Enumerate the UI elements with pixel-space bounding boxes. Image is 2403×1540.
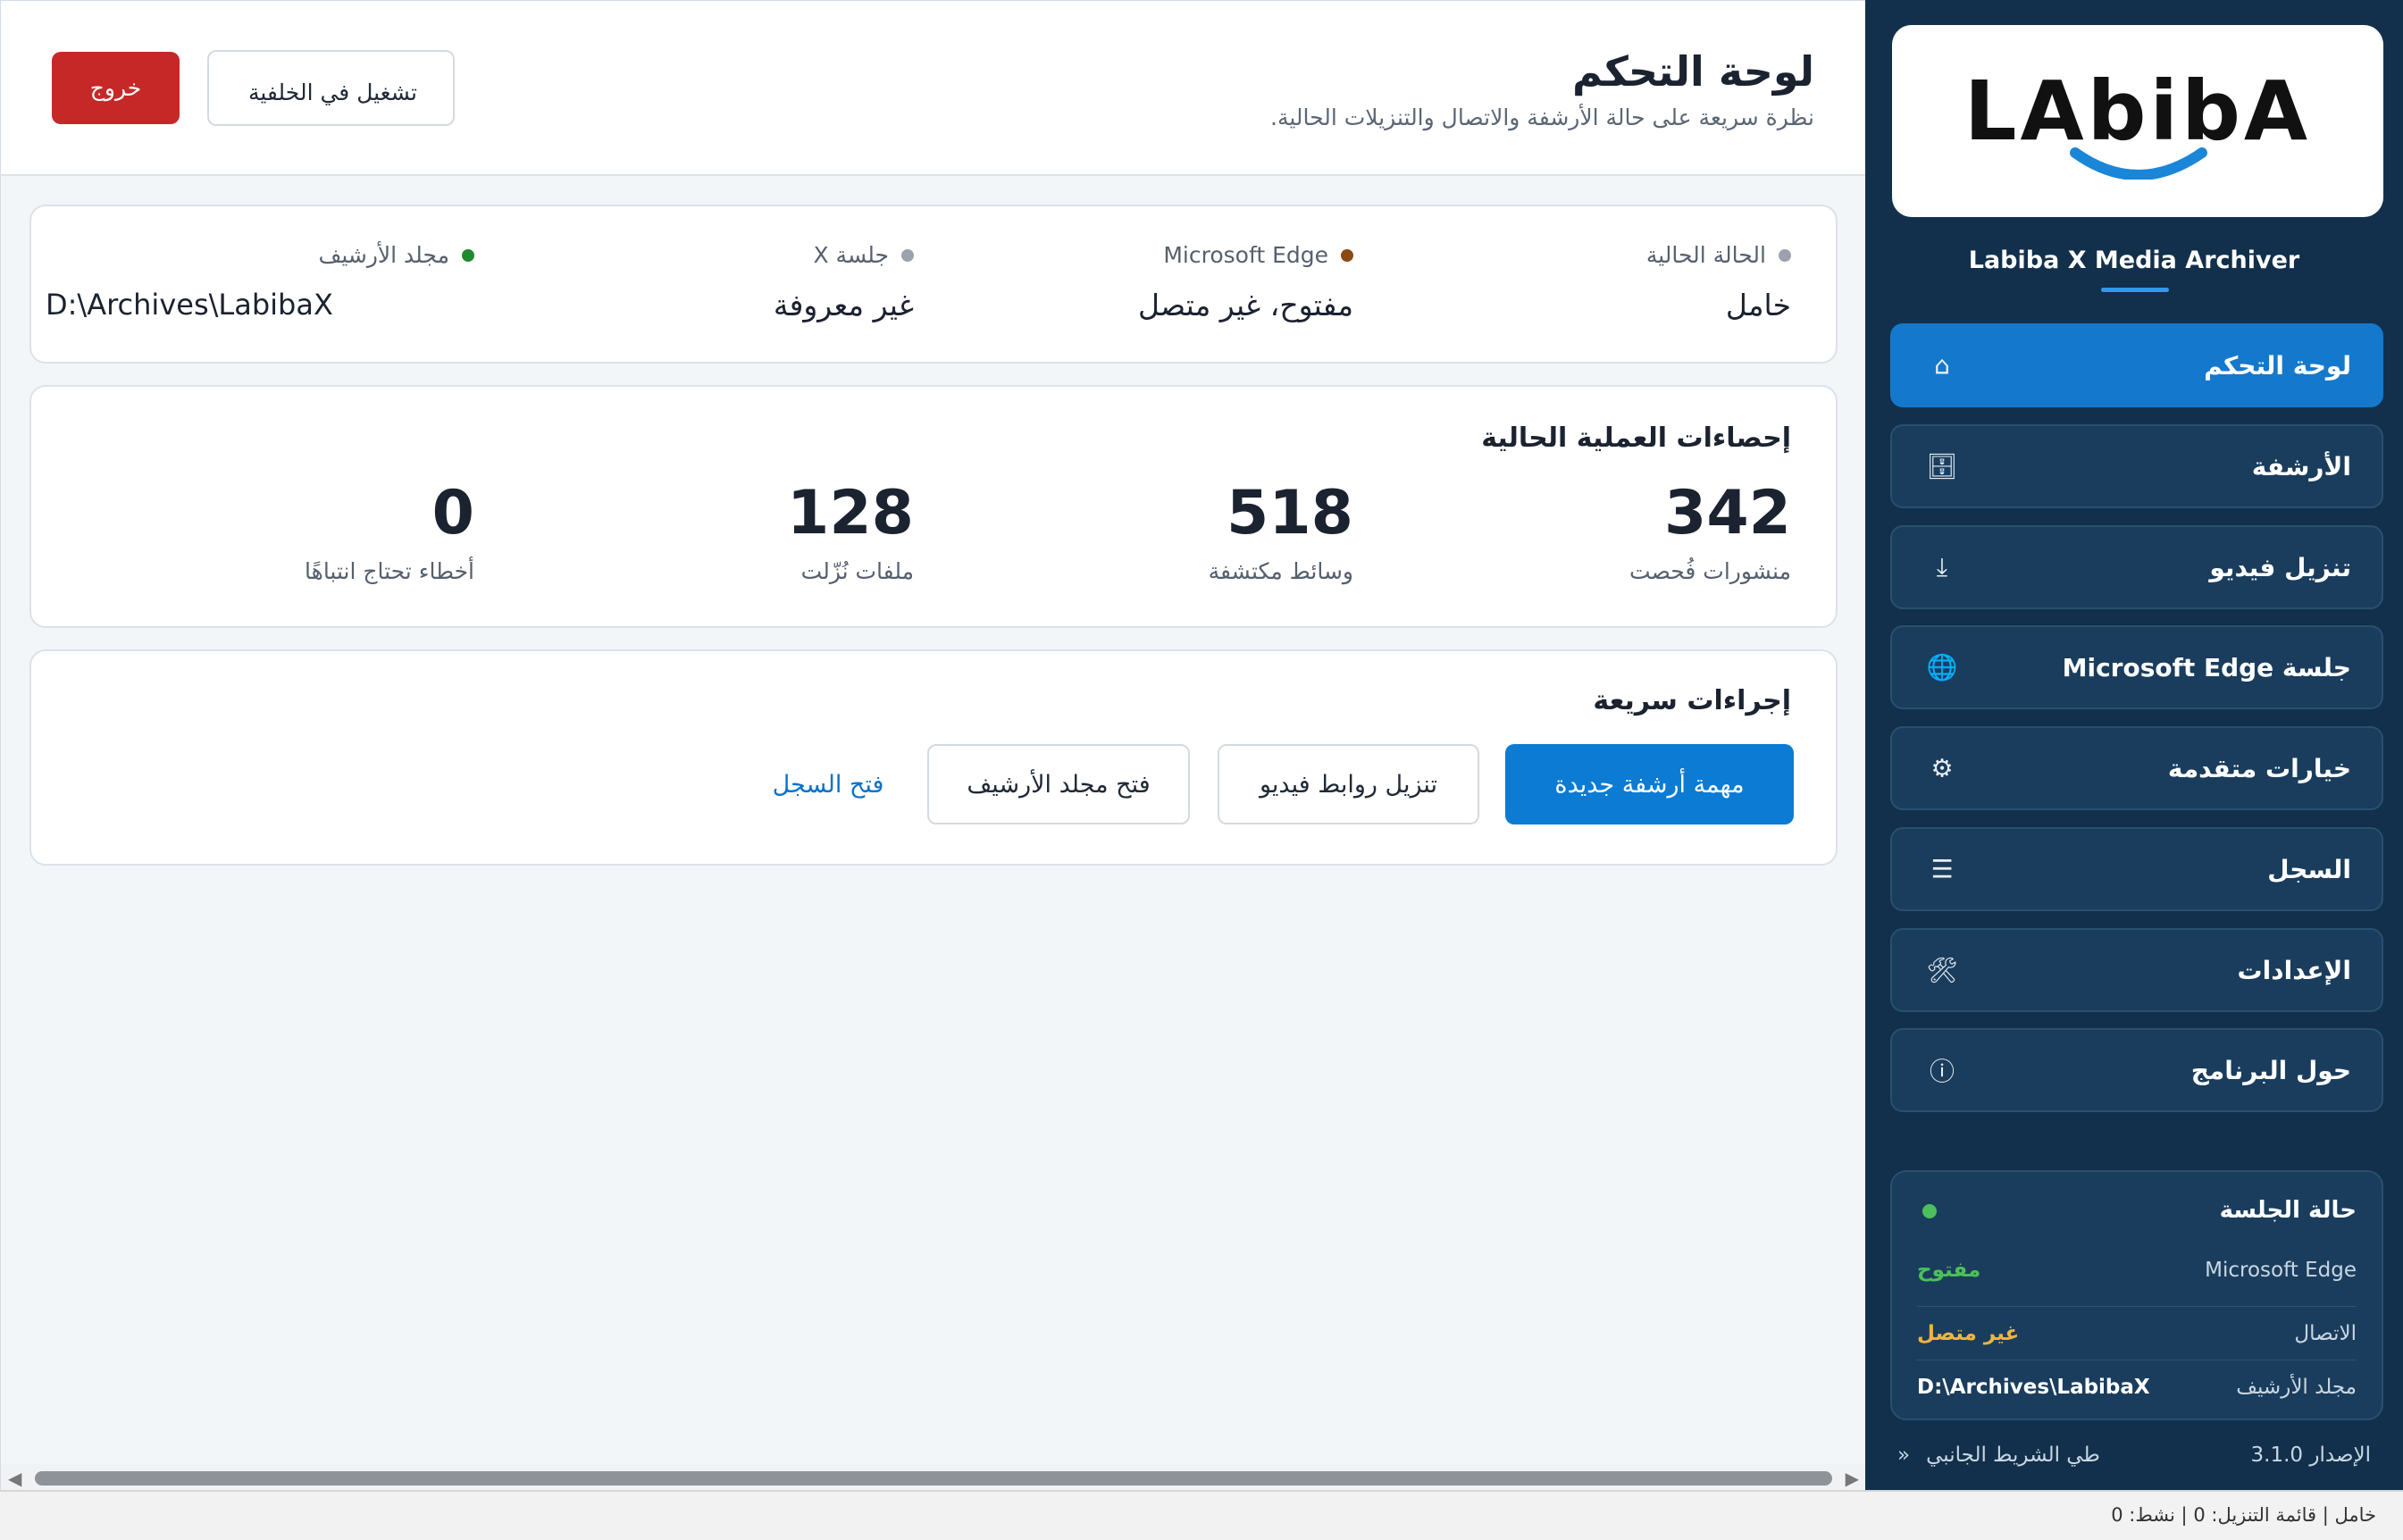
stat-value: 0 xyxy=(431,478,474,548)
page-title: لوحة التحكم xyxy=(1572,47,1814,96)
main-content: لوحة التحكم نظرة سريعة على حالة الأرشفة … xyxy=(0,0,1866,1491)
sidebar-item-settings[interactable]: الإعدادات 🛠 xyxy=(1890,928,2383,1012)
status-value: غير معروفة xyxy=(773,288,914,322)
session-row-edge: Microsoft Edge مفتوح xyxy=(1917,1243,2357,1297)
status-value: مفتوح، غير متصل xyxy=(1138,288,1353,322)
sidebar-item-edge-session[interactable]: جلسة Microsoft Edge 🌐 xyxy=(1890,625,2383,709)
tools-icon: 🛠 xyxy=(1926,955,1958,985)
session-row-value: D:\Archives\LabibaX xyxy=(1917,1375,2150,1399)
status-dot xyxy=(1341,248,1353,262)
sidebar-item-label: السجل xyxy=(2267,854,2351,884)
status-value: D:\Archives\LabibaX xyxy=(46,288,333,322)
collapse-sidebar-button[interactable]: طي الشريط الجانبي « xyxy=(1897,1444,2100,1467)
sidebar-item-label: حول البرنامج xyxy=(2190,1055,2351,1085)
status-edge: Microsoft Edge مفتوح، غير متصل xyxy=(916,242,1353,322)
open-log-link[interactable]: فتح السجل xyxy=(757,744,900,824)
run-in-background-button[interactable]: تشغيل في الخلفية xyxy=(207,50,455,126)
status-dot xyxy=(901,248,914,262)
horizontal-scrollbar[interactable]: ◀ ▶ xyxy=(1,1464,1866,1491)
sidebar-item-about[interactable]: حول البرنامج ⓘ xyxy=(1890,1028,2383,1112)
session-row-label: الاتصال xyxy=(2294,1321,2357,1345)
stat-posts-scanned: 342 منشورات فُحصت xyxy=(1416,476,1791,584)
session-row-value: غير متصل xyxy=(1917,1321,2020,1345)
scroll-right-icon[interactable]: ▶ xyxy=(1846,1468,1859,1489)
status-label: الحالة الحالية xyxy=(1645,242,1766,268)
info-icon: ⓘ xyxy=(1929,1057,1955,1086)
session-row-label: Microsoft Edge xyxy=(2205,1259,2357,1282)
home-icon: ⌂ xyxy=(1934,350,1950,381)
logo-text: LAbibA xyxy=(1968,63,2307,159)
status-archive-folder: مجلد الأرشيف D:\Archives\LabibaX xyxy=(46,242,474,322)
scroll-left-icon[interactable]: ◀ xyxy=(8,1468,21,1489)
sidebar-item-archiving[interactable]: الأرشفة 🗄 xyxy=(1890,424,2383,508)
stats-card: إحصاءات العملية الحالية 342 منشورات فُحص… xyxy=(29,385,1838,628)
stat-value: 342 xyxy=(1664,478,1791,548)
status-bar-text: خامل | قائمة التنزيل: 0 | نشط: 0 xyxy=(2111,1504,2376,1526)
version-label: الإصدار 3.1.0 xyxy=(2250,1444,2371,1467)
session-row-connection: الاتصال غير متصل xyxy=(1917,1306,2357,1360)
sidebar-item-label: الإعدادات xyxy=(2237,955,2351,985)
status-label: Microsoft Edge xyxy=(1163,242,1328,268)
gear-icon: ⚙ xyxy=(1930,753,1954,783)
download-video-links-button[interactable]: تنزيل روابط فيديو xyxy=(1218,744,1479,824)
stat-label: أخطاء تحتاج انتباهًا xyxy=(305,558,474,584)
session-row-archive-folder: مجلد الأرشيف D:\Archives\LabibaX xyxy=(1917,1360,2357,1413)
stat-media-found: 518 وسائط مكتشفة xyxy=(978,476,1353,584)
stat-label: ملفات نُزّلت xyxy=(800,558,914,584)
quick-actions-card: إجراءات سريعة مهمة أرشفة جديدة تنزيل روا… xyxy=(29,649,1838,866)
archive-icon: 🗄 xyxy=(1926,451,1958,481)
exit-button[interactable]: خروج xyxy=(52,52,180,124)
stat-label: منشورات فُحصت xyxy=(1629,558,1791,584)
app-name-underline xyxy=(2101,288,2169,292)
page-subtitle: نظرة سريعة على حالة الأرشفة والاتصال وال… xyxy=(1270,105,1814,130)
status-current: الحالة الحالية خامل xyxy=(1353,242,1791,322)
stat-value: 518 xyxy=(1227,478,1353,548)
sidebar-item-label: الأرشفة xyxy=(2251,451,2351,481)
collapse-label: طي الشريط الجانبي xyxy=(1926,1444,2100,1467)
sidebar-item-label: لوحة التحكم xyxy=(2204,350,2351,381)
status-x-session: جلسة X غير معروفة xyxy=(476,242,914,322)
list-icon: ☰ xyxy=(1930,854,1954,884)
session-status-title: حالة الجلسة xyxy=(2219,1197,2357,1224)
sidebar-item-label: جلسة Microsoft Edge xyxy=(2062,652,2351,682)
double-chevron-icon: « xyxy=(1897,1444,1911,1467)
sidebar-item-advanced-options[interactable]: خيارات متقدمة ⚙ xyxy=(1890,726,2383,810)
status-value: خامل xyxy=(1725,288,1791,322)
sidebar-item-label: تنزيل فيديو xyxy=(2209,552,2351,582)
sidebar-item-video-download[interactable]: تنزيل فيديو ⤓ xyxy=(1890,525,2383,609)
open-archive-folder-button[interactable]: فتح مجلد الأرشيف xyxy=(927,744,1190,824)
session-status-card: حالة الجلسة Microsoft Edge مفتوح الاتصال… xyxy=(1890,1170,2383,1420)
app-logo: LAbibA xyxy=(1892,25,2383,217)
labiba-logo-icon: LAbibA xyxy=(1968,63,2307,180)
download-icon: ⤓ xyxy=(1936,552,1948,582)
stat-value: 128 xyxy=(787,478,914,548)
sidebar: LAbibA Labiba X Media Archiver لوحة التح… xyxy=(1865,0,2403,1490)
session-status-dot xyxy=(1922,1204,1937,1218)
stats-title: إحصاءات العملية الحالية xyxy=(1481,423,1791,454)
sidebar-item-log[interactable]: السجل ☰ xyxy=(1890,827,2383,911)
session-row-label: مجلد الأرشيف xyxy=(2236,1375,2357,1399)
status-dot xyxy=(1779,248,1791,262)
stat-errors: 0 أخطاء تحتاج انتباهًا xyxy=(99,476,474,584)
new-archive-task-button[interactable]: مهمة أرشفة جديدة xyxy=(1505,744,1794,824)
session-row-value: مفتوح xyxy=(1917,1259,1981,1282)
app-name: Labiba X Media Archiver xyxy=(1968,247,2300,274)
status-label: جلسة X xyxy=(813,242,889,268)
sidebar-item-label: خيارات متقدمة xyxy=(2167,753,2351,783)
scrollbar-thumb[interactable] xyxy=(35,1471,1832,1486)
sidebar-item-dashboard[interactable]: لوحة التحكم ⌂ xyxy=(1890,323,2383,407)
status-card: الحالة الحالية خامل Microsoft Edge مفتوح… xyxy=(29,205,1838,364)
status-label: مجلد الأرشيف xyxy=(318,242,449,268)
globe-icon: 🌐 xyxy=(1926,652,1958,682)
status-dot xyxy=(462,248,474,262)
stat-files-downloaded: 128 ملفات نُزّلت xyxy=(539,476,914,584)
status-bar: خامل | قائمة التنزيل: 0 | نشط: 0 xyxy=(0,1490,2403,1540)
quick-actions-title: إجراءات سريعة xyxy=(1593,685,1791,716)
stat-label: وسائط مكتشفة xyxy=(1208,558,1353,584)
page-header: لوحة التحكم نظرة سريعة على حالة الأرشفة … xyxy=(1,1,1866,176)
